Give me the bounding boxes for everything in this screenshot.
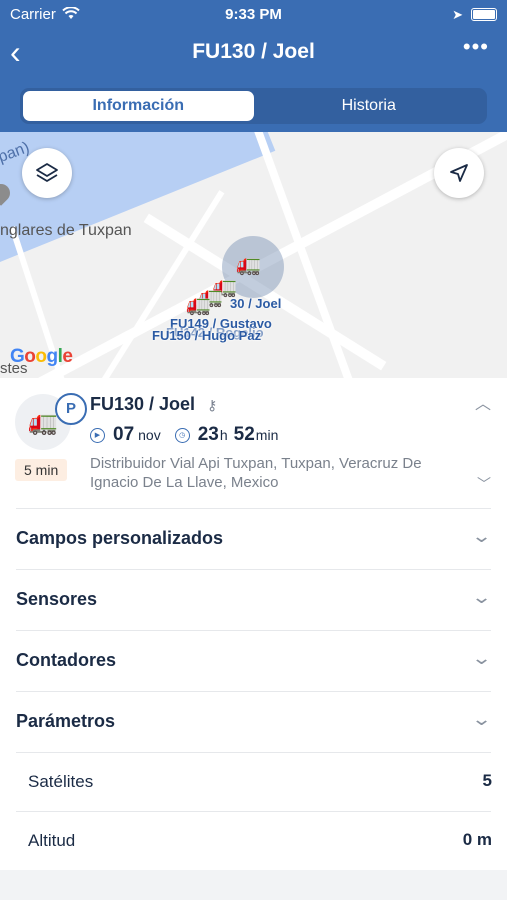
layers-button[interactable] — [22, 148, 72, 198]
key-icon: ⚷ — [207, 397, 218, 413]
divider — [16, 691, 491, 692]
duration-minutes-unit: min — [255, 427, 279, 443]
my-location-button[interactable] — [434, 148, 484, 198]
section-label: Parámetros — [16, 711, 116, 731]
section-parametros[interactable]: Parámetros ⌄ — [0, 691, 507, 752]
divider — [16, 752, 491, 753]
chevron-down-icon: ⌄ — [470, 648, 493, 668]
section-label: Campos personalizados — [16, 528, 224, 548]
unit-label: FU150 / Hugo Paz — [152, 328, 262, 343]
section-sensores[interactable]: Sensores ⌄ — [0, 569, 507, 630]
duration-hours: 23 — [197, 424, 219, 445]
unit-label: 30 / Joel — [230, 296, 282, 311]
section-label: Contadores — [16, 650, 117, 670]
location-arrow-icon: ➤ — [452, 7, 463, 22]
google-logo: Google — [10, 346, 73, 367]
divider — [16, 508, 491, 509]
divider — [16, 630, 491, 631]
status-bar: Carrier 9:33 PM ➤ — [0, 4, 507, 26]
navigation-arrow-icon — [450, 164, 468, 182]
truck-marker-icon[interactable]: 🚛 — [236, 252, 261, 277]
clock: 9:33 PM — [225, 6, 282, 23]
truck-icon: 🚛 — [28, 408, 58, 436]
unit-info-card: 🚛 P 5 min FU130 / Joel ⚷ ︿ ▶ 07 nov ◷ 23… — [0, 378, 507, 508]
parameter-row-satelites: Satélites 5 — [0, 752, 507, 811]
section-contadores[interactable]: Contadores ⌄ — [0, 630, 507, 691]
chevron-down-icon: ⌄ — [470, 526, 493, 546]
more-options-icon[interactable]: ••• — [463, 34, 489, 60]
parameter-value: 5 — [482, 771, 492, 790]
play-icon: ▶ — [90, 427, 105, 443]
duration-minutes: 52 — [233, 424, 255, 445]
truck-marker-icon[interactable]: 🚛 — [186, 292, 211, 317]
chevron-up-icon[interactable]: ︿ — [475, 390, 491, 414]
date-day: 07 — [113, 424, 135, 445]
tab-historia[interactable]: Historia — [254, 91, 485, 121]
divider — [16, 811, 491, 812]
duration-hours-unit: h — [219, 427, 228, 443]
age-badge: 5 min — [15, 459, 68, 481]
divider — [16, 569, 491, 570]
battery-icon — [471, 8, 497, 21]
map-place-label: nglares de Tuxpan — [0, 222, 132, 239]
tab-segmented-control: Información Historia — [20, 88, 487, 124]
section-campos-personalizados[interactable]: Campos personalizados ⌄ — [0, 508, 507, 569]
unit-stats: ▶ 07 nov ◷ 23 h 52 min — [90, 424, 278, 446]
unit-address: Distribuidor Vial Api Tuxpan, Tuxpan, Ve… — [90, 455, 422, 491]
chevron-down-icon: ⌄ — [470, 709, 493, 729]
chevron-down-icon[interactable]: ﹀ — [477, 474, 491, 494]
parking-badge: P — [55, 393, 87, 425]
nav-bar: ‹ FU130 / Joel ••• — [0, 34, 507, 74]
layers-icon — [36, 163, 58, 182]
clock-icon: ◷ — [174, 427, 190, 443]
app-header: Carrier 9:33 PM ➤ ‹ FU130 / Joel ••• Inf… — [0, 0, 507, 132]
parameter-label: Altitud — [28, 831, 76, 850]
page-title: FU130 / Joel — [192, 40, 315, 63]
map-view[interactable]: pan) nglares de Tuxpan stes 🚛 🚛 🚛 🚛 30 /… — [0, 132, 507, 378]
unit-name: FU130 / Joel — [90, 394, 196, 414]
parameter-label: Satélites — [28, 772, 94, 791]
chevron-down-icon: ⌄ — [470, 587, 493, 607]
parameter-value: 0 m — [462, 830, 492, 849]
date-month: nov — [138, 427, 161, 443]
parameter-row-altitud: Altitud 0 m — [0, 811, 507, 870]
section-label: Sensores — [16, 589, 98, 609]
tab-informacion[interactable]: Información — [23, 91, 254, 121]
